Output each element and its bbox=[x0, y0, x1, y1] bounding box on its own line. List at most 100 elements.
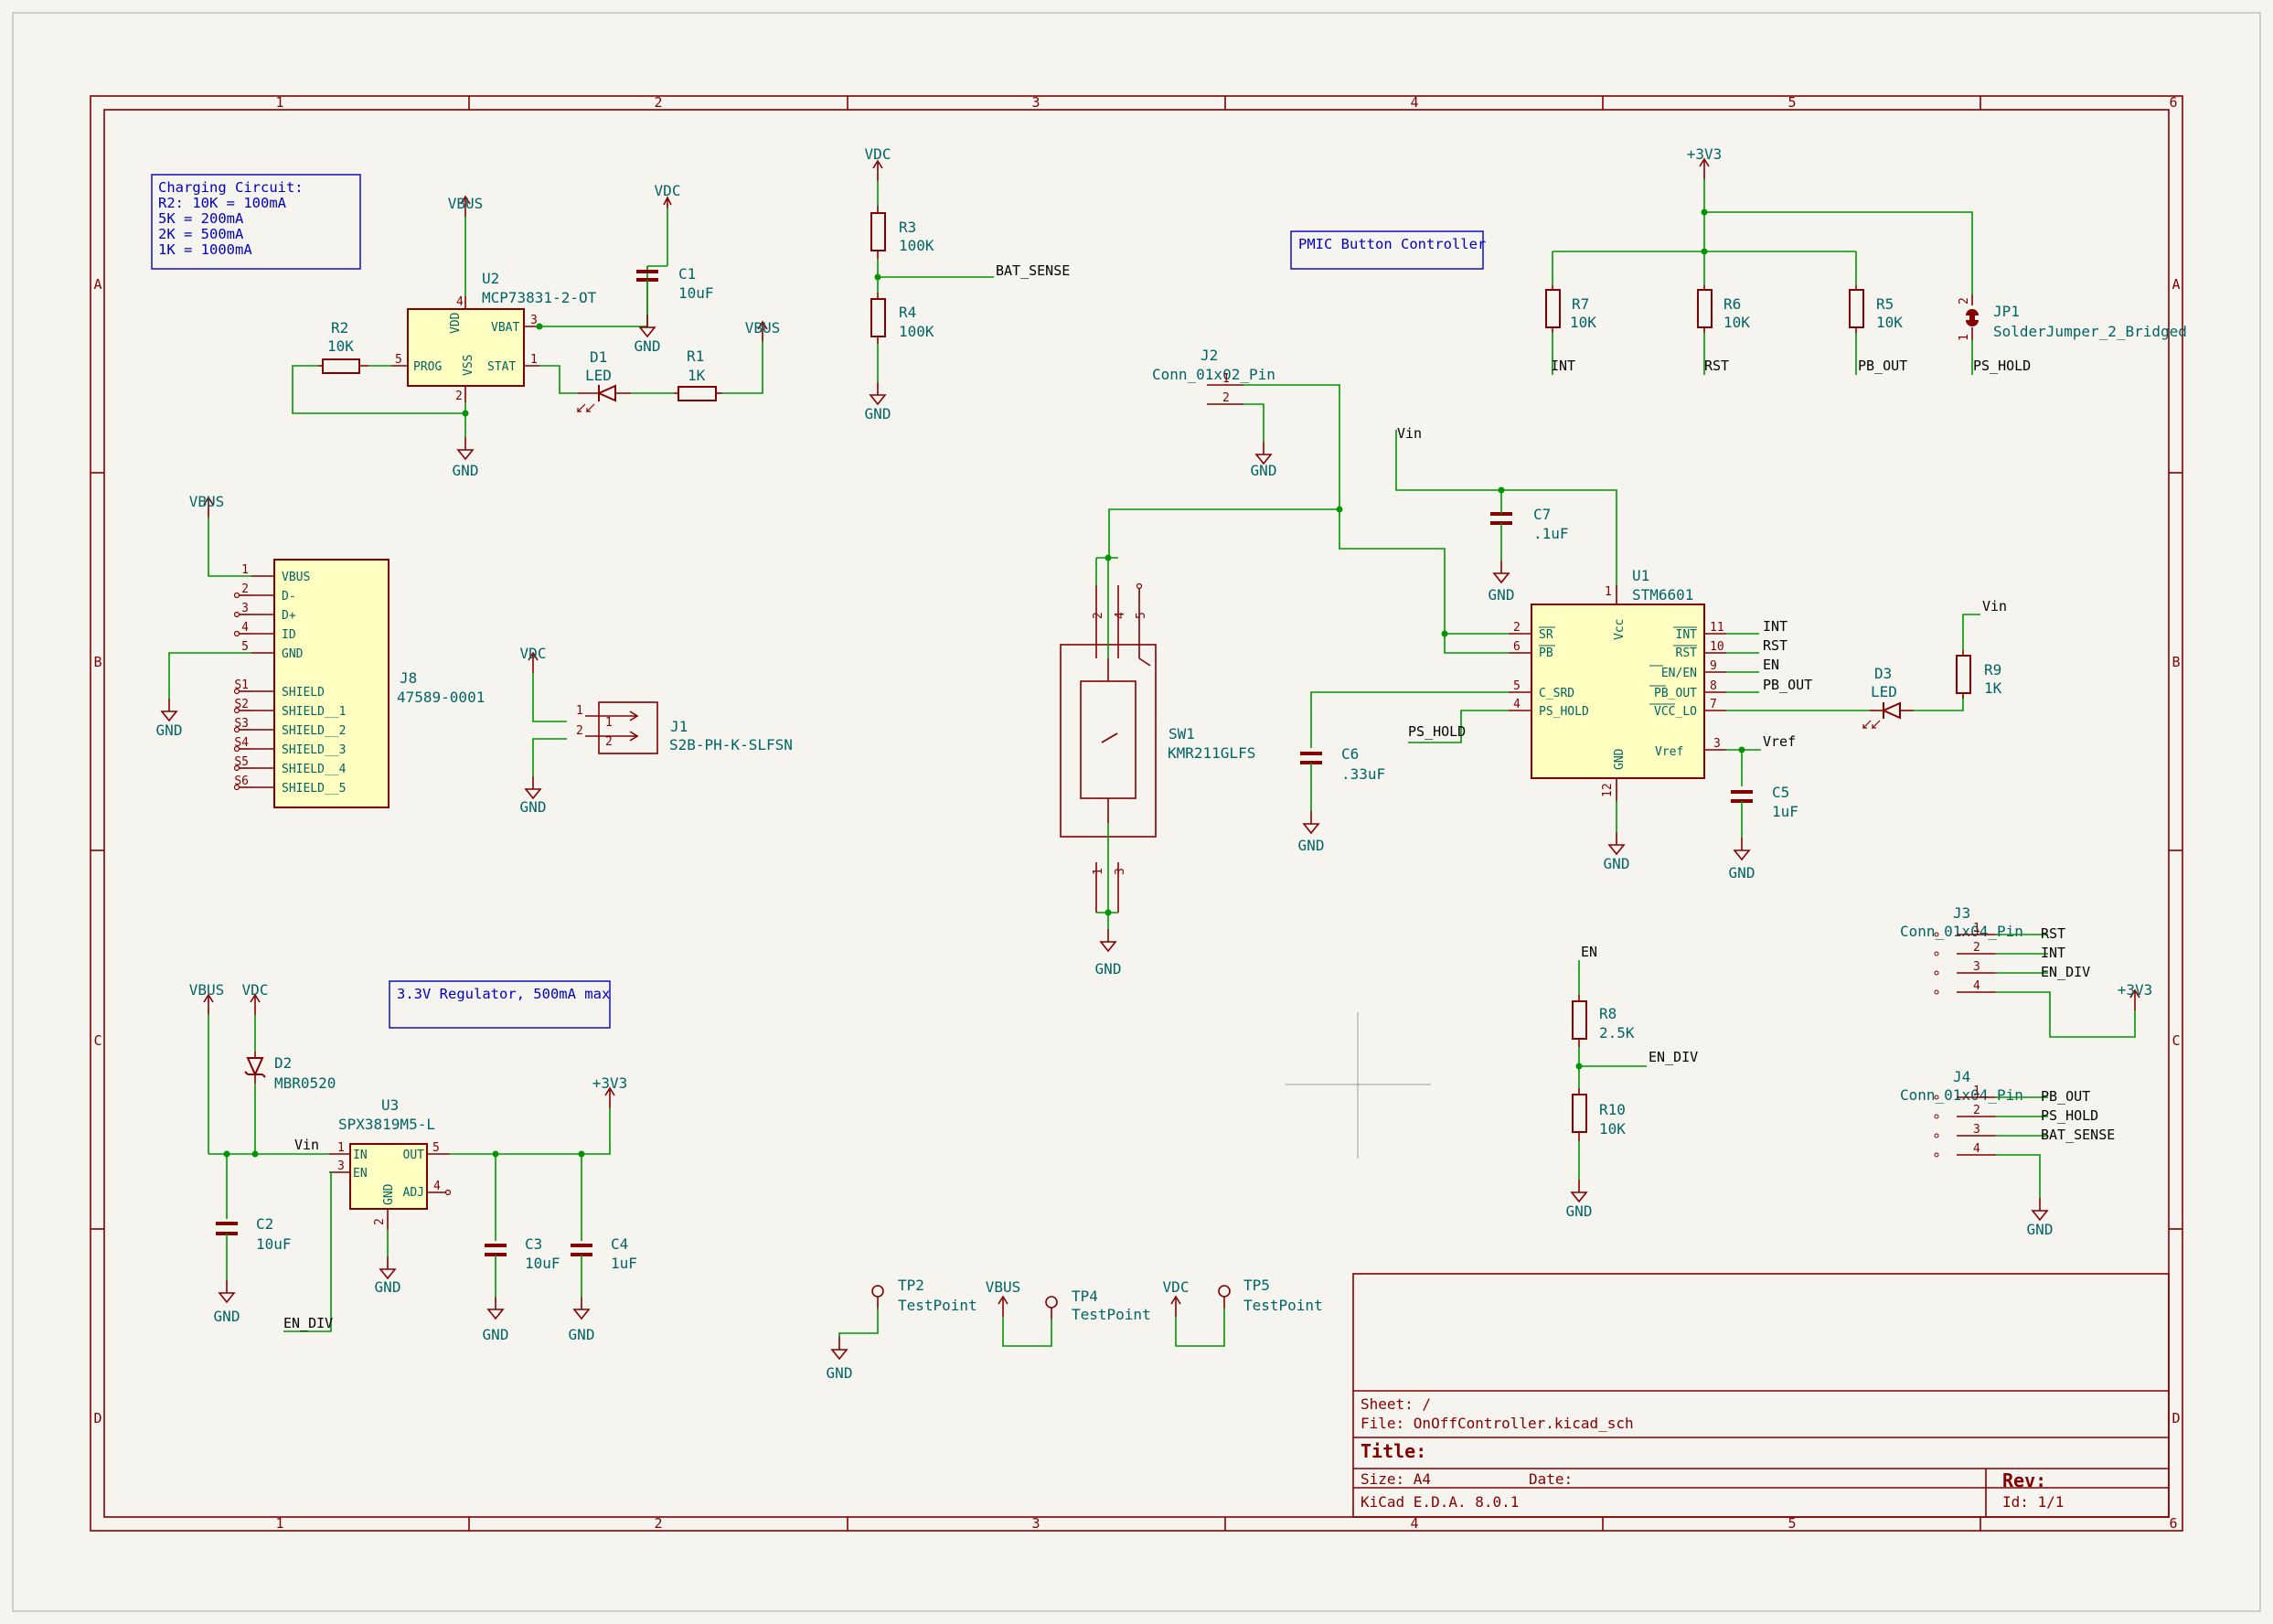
svg-text:C: C bbox=[93, 1032, 101, 1049]
svg-text:3.3V Regulator, 500mA max: 3.3V Regulator, 500mA max bbox=[397, 986, 610, 1002]
svg-text:C7: C7 bbox=[1533, 506, 1551, 523]
svg-text:VDC: VDC bbox=[1163, 1278, 1190, 1296]
svg-text:2: 2 bbox=[1092, 612, 1105, 619]
svg-text:4: 4 bbox=[1513, 698, 1521, 711]
c4-capacitor: GND C4 1uF bbox=[569, 1235, 637, 1343]
gnd-u2: GND bbox=[453, 436, 478, 479]
svg-text:GND: GND bbox=[1095, 960, 1122, 978]
svg-text:Vin: Vin bbox=[1397, 425, 1422, 442]
svg-text:D: D bbox=[93, 1410, 101, 1426]
no-connect-marker bbox=[233, 611, 240, 618]
svg-text:KiCad E.D.A. 8.0.1: KiCad E.D.A. 8.0.1 bbox=[1361, 1493, 1519, 1511]
svg-text:3: 3 bbox=[1973, 1123, 1980, 1137]
svg-text:1: 1 bbox=[530, 353, 538, 367]
svg-text:4: 4 bbox=[433, 1180, 441, 1193]
svg-text:4: 4 bbox=[1114, 612, 1127, 619]
svg-text:1: 1 bbox=[337, 1141, 345, 1155]
svg-text:GND: GND bbox=[214, 1308, 240, 1325]
svg-text:GND: GND bbox=[1566, 1202, 1593, 1220]
svg-text:BAT_SENSE: BAT_SENSE bbox=[2041, 1127, 2115, 1143]
svg-text:PS_HOLD: PS_HOLD bbox=[1973, 358, 2031, 374]
svg-text:R7: R7 bbox=[1572, 295, 1589, 313]
svg-text:File: OnOffController.kicad_sc: File: OnOffController.kicad_sch bbox=[1361, 1415, 1634, 1432]
svg-text:OUT: OUT bbox=[403, 1149, 425, 1162]
svg-text:EN: EN bbox=[1581, 944, 1597, 960]
svg-text:PB_OUT: PB_OUT bbox=[1763, 677, 1812, 693]
svg-text:VDC: VDC bbox=[865, 145, 891, 163]
svg-text:VBUS: VBUS bbox=[189, 493, 225, 510]
svg-text:GND: GND bbox=[2027, 1221, 2054, 1238]
svg-text:VBUS: VBUS bbox=[189, 981, 225, 999]
svg-text:1: 1 bbox=[1222, 372, 1230, 386]
outer-border bbox=[12, 12, 2261, 1612]
svg-text:2: 2 bbox=[1958, 297, 1971, 304]
tp2-testpoint: GND TP2 TestPoint bbox=[827, 1277, 977, 1382]
j8-pin-name: SHIELD bbox=[282, 686, 325, 700]
svg-text:J4: J4 bbox=[1953, 1068, 1970, 1085]
svg-text:11: 11 bbox=[1710, 621, 1724, 635]
svg-text:GND: GND bbox=[375, 1278, 401, 1296]
svg-text:2: 2 bbox=[576, 724, 583, 738]
svg-text:+3V3: +3V3 bbox=[592, 1074, 628, 1092]
svg-text:1: 1 bbox=[1973, 922, 1980, 935]
j8-pin-number: 1 bbox=[241, 563, 249, 577]
svg-text:2: 2 bbox=[654, 94, 662, 111]
svg-text:SR: SR bbox=[1539, 628, 1553, 642]
svg-text:+3V3: +3V3 bbox=[2118, 981, 2153, 999]
svg-text:VBUS: VBUS bbox=[986, 1278, 1021, 1296]
j8-pin-name: VBUS bbox=[282, 571, 310, 584]
svg-text:+3V3: +3V3 bbox=[1687, 145, 1723, 163]
svg-text:GND: GND bbox=[635, 337, 661, 355]
svg-text:J2: J2 bbox=[1201, 347, 1218, 364]
svg-text:VBUS: VBUS bbox=[448, 195, 484, 212]
svg-text:A: A bbox=[93, 276, 101, 293]
svg-text:STM6601: STM6601 bbox=[1632, 586, 1693, 604]
svg-text:Vcc: Vcc bbox=[1613, 619, 1627, 640]
svg-text:2: 2 bbox=[373, 1218, 387, 1225]
svg-text:R5: R5 bbox=[1876, 295, 1894, 313]
svg-text:VSS: VSS bbox=[462, 355, 475, 376]
svg-text:3: 3 bbox=[1031, 94, 1040, 111]
svg-text:1: 1 bbox=[605, 716, 613, 730]
svg-text:C4: C4 bbox=[611, 1235, 628, 1253]
svg-text:TP2: TP2 bbox=[898, 1277, 924, 1294]
svg-text:EN/EN: EN/EN bbox=[1661, 667, 1697, 680]
svg-text:2: 2 bbox=[1222, 391, 1230, 405]
svg-text:Conn_01x04_Pin: Conn_01x04_Pin bbox=[1900, 1086, 2023, 1104]
svg-text:A: A bbox=[2172, 276, 2180, 293]
svg-text:5: 5 bbox=[395, 353, 402, 367]
j8-pin-name: D+ bbox=[282, 609, 296, 623]
svg-text:EN: EN bbox=[1763, 657, 1779, 673]
j8-pin-name: ID bbox=[282, 628, 296, 642]
svg-text:PROG: PROG bbox=[413, 360, 442, 374]
svg-text:MBR0520: MBR0520 bbox=[274, 1074, 336, 1092]
j8-pin-name: SHIELD__2 bbox=[282, 724, 346, 738]
svg-text:Id: 1/1: Id: 1/1 bbox=[2002, 1493, 2064, 1511]
svg-text:R3: R3 bbox=[899, 219, 916, 236]
svg-text:JP1: JP1 bbox=[1993, 303, 2020, 320]
svg-text:10K: 10K bbox=[1599, 1120, 1626, 1138]
pmic-note: PMIC Button Controller bbox=[1290, 230, 1486, 270]
u2-charger: U2 MCP73831-2-OT VDD VBAT PROG VSS STAT … bbox=[391, 270, 597, 403]
sw1-pushbutton: 2 4 5 1 3 SW1 KMR211GLFS GND bbox=[1060, 554, 1255, 978]
j8-pin-number: S6 bbox=[234, 775, 249, 788]
j8-pin-name: SHIELD__3 bbox=[282, 743, 346, 757]
svg-text:TP4: TP4 bbox=[1072, 1287, 1098, 1305]
svg-text:Date:: Date: bbox=[1529, 1470, 1573, 1488]
svg-text:PMIC Button Controller: PMIC Button Controller bbox=[1298, 236, 1486, 252]
svg-text:1: 1 bbox=[576, 704, 583, 718]
svg-text:Size: A4: Size: A4 bbox=[1361, 1470, 1431, 1488]
vbus-power-u2: VBUS bbox=[448, 195, 484, 218]
svg-text:SolderJumper_2_Bridged: SolderJumper_2_Bridged bbox=[1993, 323, 2187, 340]
svg-text:Vin: Vin bbox=[1982, 598, 2007, 614]
svg-text:5: 5 bbox=[1513, 679, 1521, 693]
svg-text:Title:: Title: bbox=[1361, 1440, 1426, 1462]
svg-text:KMR211GLFS: KMR211GLFS bbox=[1168, 744, 1255, 762]
svg-text:1: 1 bbox=[1092, 868, 1105, 875]
svg-text:Sheet: /: Sheet: / bbox=[1361, 1395, 1431, 1413]
svg-text:GND: GND bbox=[1298, 837, 1325, 854]
svg-text:Vin: Vin bbox=[294, 1137, 319, 1153]
svg-text:VDC: VDC bbox=[242, 981, 269, 999]
no-connect-marker bbox=[233, 630, 240, 637]
svg-text:GND: GND bbox=[1489, 586, 1515, 604]
